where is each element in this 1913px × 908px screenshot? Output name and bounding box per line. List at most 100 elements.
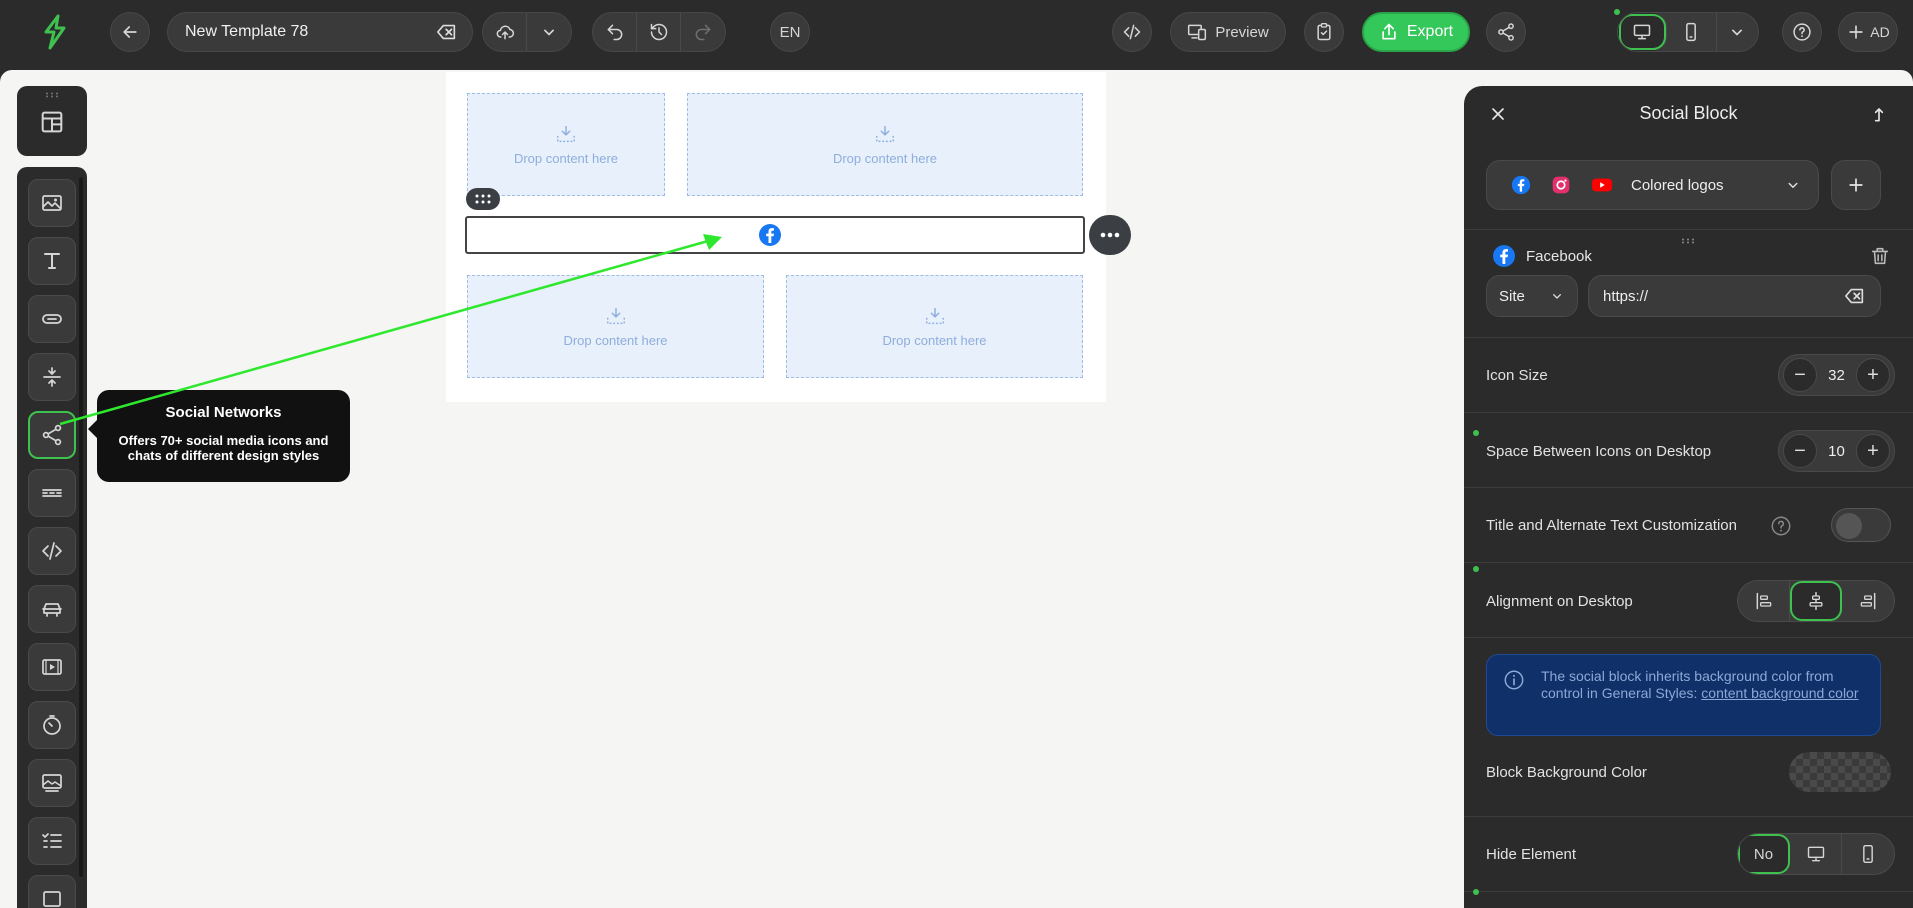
history-button[interactable] [637, 13, 681, 51]
title-alt-toggle[interactable] [1831, 508, 1891, 542]
social-block-selected[interactable] [465, 216, 1085, 254]
language-button[interactable]: EN [770, 12, 810, 52]
desktop-view-button[interactable] [1618, 13, 1668, 51]
panel-title: Social Block [1639, 103, 1738, 123]
add-network-button[interactable] [1831, 160, 1881, 210]
share-button[interactable] [1486, 12, 1526, 52]
icon-style-value: Colored logos [1631, 176, 1724, 194]
network-url-input[interactable] [1603, 287, 1844, 305]
mobile-icon [1686, 22, 1697, 42]
device-options-dropdown[interactable] [1717, 13, 1758, 51]
code-view-button[interactable] [1112, 12, 1152, 52]
button-block-button[interactable] [28, 295, 76, 343]
clear-input-icon[interactable] [436, 21, 458, 43]
app-logo[interactable] [40, 14, 70, 50]
tooltip-title: Social Networks [165, 404, 282, 421]
icon-spacing-stepper[interactable]: − 10 + [1778, 430, 1895, 472]
html-block-button[interactable] [28, 527, 76, 575]
export-button[interactable]: Export [1362, 12, 1470, 52]
clear-input-icon[interactable] [1844, 285, 1866, 307]
template-name-input[interactable] [185, 23, 436, 41]
block-bg-color-swatch[interactable] [1789, 752, 1891, 792]
share-icon [1498, 23, 1514, 41]
undo-button[interactable] [593, 13, 637, 51]
content-background-color-link[interactable]: content background color [1701, 685, 1858, 701]
spacer-block-button[interactable] [28, 353, 76, 401]
trash-icon[interactable] [1869, 245, 1891, 267]
drop-zone[interactable]: Drop content here [467, 275, 764, 378]
network-url-field[interactable] [1588, 275, 1881, 317]
blocks-toolbar [17, 167, 87, 908]
decrease-button[interactable]: − [1783, 358, 1817, 392]
cloud-upload-icon [496, 25, 514, 40]
more-blocks-button[interactable] [28, 875, 76, 908]
help-icon[interactable] [1770, 515, 1792, 537]
layouts-button[interactable] [38, 108, 66, 136]
hide-element-segmented: No [1737, 833, 1895, 875]
align-left-button[interactable] [1738, 581, 1790, 621]
icon-style-select[interactable]: Colored logos [1486, 160, 1819, 210]
redo-icon [695, 24, 711, 41]
redo-button[interactable] [681, 13, 725, 51]
decrease-button[interactable]: − [1783, 434, 1817, 468]
code-icon [1123, 24, 1141, 40]
test-checklist-button[interactable] [1304, 12, 1344, 52]
text-block-button[interactable] [28, 237, 76, 285]
icon-spacing-value: 10 [1828, 442, 1845, 460]
list-check-icon [42, 833, 62, 848]
alignment-segmented [1737, 580, 1895, 622]
hide-desktop-button[interactable] [1790, 834, 1842, 874]
increase-button[interactable]: + [1856, 358, 1890, 392]
list-block-button[interactable] [28, 817, 76, 865]
drop-zone[interactable]: Drop content here [786, 275, 1083, 378]
social-networks-block-button[interactable] [28, 411, 76, 459]
banner-block-button[interactable] [28, 585, 76, 633]
chevron-down-icon [544, 29, 554, 36]
block-more-options-button[interactable] [1089, 215, 1131, 255]
panel-header: Social Block [1464, 86, 1913, 142]
account-button[interactable]: AD [1838, 12, 1898, 52]
align-center-button[interactable] [1790, 581, 1842, 621]
toolbar-scrollbar[interactable] [79, 177, 83, 877]
preview-button[interactable]: Preview [1170, 12, 1286, 52]
move-up-icon[interactable] [1869, 104, 1889, 124]
align-right-button[interactable] [1842, 581, 1894, 621]
facebook-icon[interactable] [758, 223, 782, 247]
drop-zone[interactable]: Drop content here [687, 93, 1083, 196]
menu-block-button[interactable] [28, 759, 76, 807]
mobile-view-button[interactable] [1667, 13, 1717, 51]
drop-label: Drop content here [563, 333, 668, 348]
video-block-button[interactable] [28, 643, 76, 691]
back-button[interactable] [110, 12, 150, 52]
layout-grid-icon [41, 111, 63, 133]
block-drag-handle[interactable] [466, 188, 500, 210]
top-bar: EN Preview Export AD [0, 0, 1913, 64]
timer-block-button[interactable] [28, 701, 76, 749]
increase-button[interactable]: + [1856, 434, 1890, 468]
car-icon [42, 603, 62, 617]
more-horizontal-icon [1100, 232, 1120, 238]
plus-icon [1849, 178, 1863, 192]
image-block-button[interactable] [28, 179, 76, 227]
share-icon [42, 424, 62, 446]
hide-none-button[interactable]: No [1738, 834, 1790, 874]
save-cloud-button[interactable] [483, 13, 527, 51]
save-options-dropdown[interactable] [527, 13, 571, 51]
social-networks-tooltip: Social Networks Offers 70+ social media … [88, 390, 350, 482]
user-initials: AD [1870, 24, 1890, 40]
background-info-note: The social block inherits background col… [1486, 654, 1881, 736]
hide-mobile-button[interactable] [1842, 834, 1894, 874]
save-group [482, 12, 572, 52]
divider-block-button[interactable] [28, 469, 76, 517]
icon-spacing-row: Space Between Icons on Desktop − 10 + [1464, 413, 1913, 488]
drop-download-icon [557, 125, 575, 143]
button-icon [42, 314, 62, 324]
icon-size-stepper[interactable]: − 32 + [1778, 354, 1895, 396]
drop-zone[interactable]: Drop content here [467, 93, 665, 196]
settings-panel: Social Block Colored logos Facebook Site [1464, 86, 1913, 908]
drag-dots-icon[interactable] [1681, 238, 1695, 244]
clipboard-check-icon [1317, 23, 1331, 41]
link-type-select[interactable]: Site [1486, 275, 1578, 317]
template-name-field[interactable] [167, 12, 473, 52]
help-button[interactable] [1782, 12, 1822, 52]
